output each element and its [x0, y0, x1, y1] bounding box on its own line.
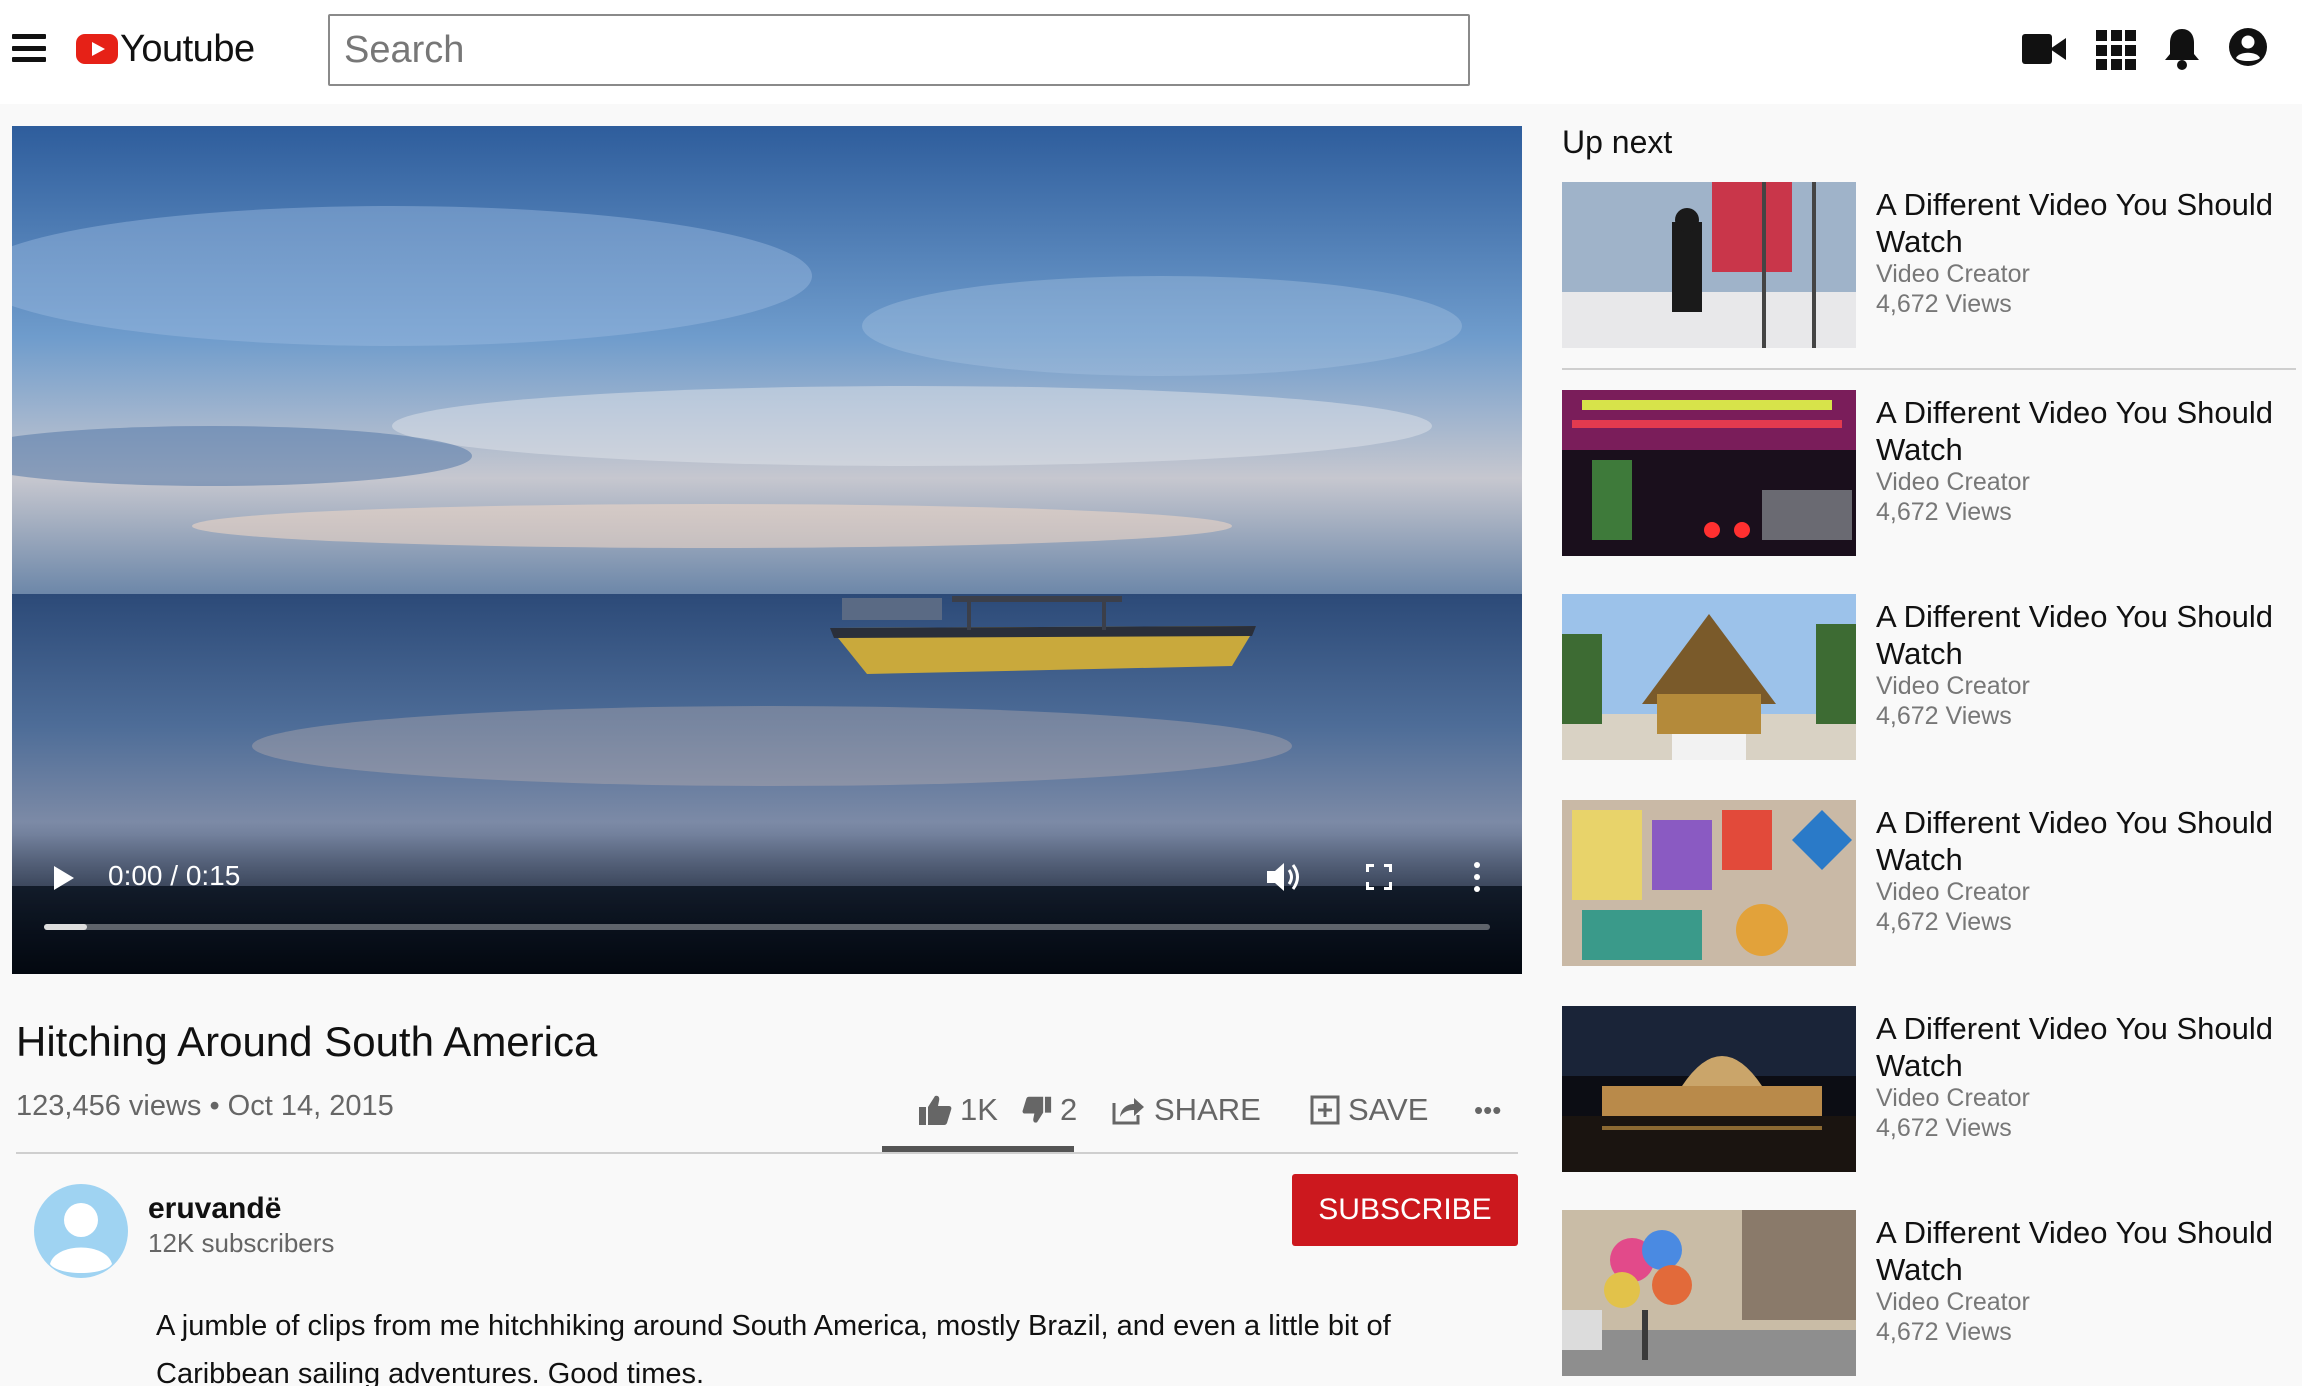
youtube-play-icon — [76, 34, 118, 64]
recommended-creator: Video Creator — [1876, 1084, 2030, 1112]
account-icon[interactable] — [2228, 27, 2268, 67]
more-vertical-icon[interactable] — [1472, 862, 1482, 894]
video-title: Hitching Around South America — [16, 1018, 598, 1065]
channel-name[interactable]: eruvandë — [148, 1192, 281, 1226]
save-label: SAVE — [1348, 1092, 1429, 1127]
volume-icon[interactable] — [1264, 860, 1304, 894]
video-thumbnail — [1562, 1210, 1856, 1376]
dislike-count: 2 — [1060, 1092, 1078, 1127]
search-input[interactable] — [328, 14, 1470, 86]
recommended-views: 4,672 Views — [1876, 498, 2012, 526]
top-bar: Youtube — [0, 0, 2302, 104]
recommended-title: A Different Video You Should Watch — [1876, 805, 2274, 877]
up-next-item[interactable]: A Different Video You Should Watch Video… — [1562, 182, 2302, 348]
recommended-views: 4,672 Views — [1876, 1318, 2012, 1346]
logo-text: Youtube — [120, 27, 255, 70]
recommended-title: A Different Video You Should Watch — [1876, 1011, 2274, 1083]
recommended-title: A Different Video You Should Watch — [1876, 395, 2274, 467]
share-label: SHARE — [1154, 1092, 1261, 1127]
recommended-title: A Different Video You Should Watch — [1876, 187, 2274, 259]
recommended-views: 4,672 Views — [1876, 290, 2012, 318]
like-count: 1K — [960, 1092, 998, 1127]
avatar-person-icon — [50, 1203, 112, 1273]
recommended-views: 4,672 Views — [1876, 702, 2012, 730]
up-next-heading: Up next — [1562, 124, 1673, 160]
recommended-creator: Video Creator — [1876, 260, 2030, 288]
divider — [16, 1152, 1518, 1154]
subscribe-button[interactable]: SUBSCRIBE — [1292, 1174, 1518, 1246]
recommended-creator: Video Creator — [1876, 878, 2030, 906]
video-thumbnail — [1562, 182, 1856, 348]
share-button[interactable]: SHARE — [1112, 1086, 1261, 1134]
recommended-title: A Different Video You Should Watch — [1876, 599, 2274, 671]
share-icon — [1112, 1098, 1144, 1125]
recommended-creator: Video Creator — [1876, 468, 2030, 496]
more-options-button[interactable]: ••• — [1474, 1086, 1501, 1134]
play-icon[interactable] — [52, 864, 76, 892]
thumbs-up-icon — [919, 1095, 952, 1125]
up-next-item[interactable]: A Different Video You Should Watch Video… — [1562, 800, 2302, 966]
video-meta: 123,456 views • Oct 14, 2015 — [16, 1090, 394, 1122]
progress-fill — [44, 924, 88, 930]
up-next-item[interactable]: A Different Video You Should Watch Video… — [1562, 390, 2302, 556]
video-thumbnail — [1562, 390, 1856, 556]
up-next-item[interactable]: A Different Video You Should Watch Video… — [1562, 594, 2302, 760]
video-thumbnail — [1562, 594, 1856, 760]
recommended-title: A Different Video You Should Watch — [1876, 1215, 2274, 1287]
channel-avatar[interactable] — [34, 1184, 128, 1278]
menu-icon[interactable] — [12, 34, 46, 62]
up-next-item[interactable]: A Different Video You Should Watch Video… — [1562, 1006, 2302, 1172]
video-thumbnail — [1562, 800, 1856, 966]
fullscreen-icon[interactable] — [1366, 864, 1392, 890]
time-display: 0:00 / 0:15 — [108, 860, 241, 891]
progress-bar[interactable] — [44, 924, 1490, 930]
recommended-creator: Video Creator — [1876, 672, 2030, 700]
like-button[interactable]: 1K — [918, 1086, 998, 1134]
video-camera-icon[interactable] — [2022, 34, 2066, 64]
video-thumbnail — [1562, 1006, 1856, 1172]
dislike-button[interactable]: 2 — [1022, 1086, 1077, 1134]
add-to-playlist-icon — [1310, 1095, 1340, 1125]
recommended-views: 4,672 Views — [1876, 1114, 2012, 1142]
video-player[interactable]: 0:00 / 0:15 — [12, 126, 1522, 974]
more-horizontal-icon: ••• — [1474, 1094, 1502, 1125]
thumbs-down-icon — [1022, 1096, 1052, 1123]
notifications-bell-icon[interactable] — [2162, 26, 2202, 70]
youtube-logo[interactable]: Youtube — [76, 26, 255, 72]
up-next-divider — [1562, 368, 2296, 370]
save-button[interactable]: SAVE — [1310, 1086, 1428, 1134]
apps-grid-icon[interactable] — [2096, 30, 2136, 70]
up-next-item[interactable]: A Different Video You Should Watch Video… — [1562, 1210, 2302, 1376]
subscriber-count: 12K subscribers — [148, 1228, 335, 1258]
recommended-views: 4,672 Views — [1876, 908, 2012, 936]
video-description: A jumble of clips from me hitchhiking ar… — [156, 1310, 1391, 1386]
recommended-creator: Video Creator — [1876, 1288, 2030, 1316]
controls-overlay — [12, 834, 1522, 974]
